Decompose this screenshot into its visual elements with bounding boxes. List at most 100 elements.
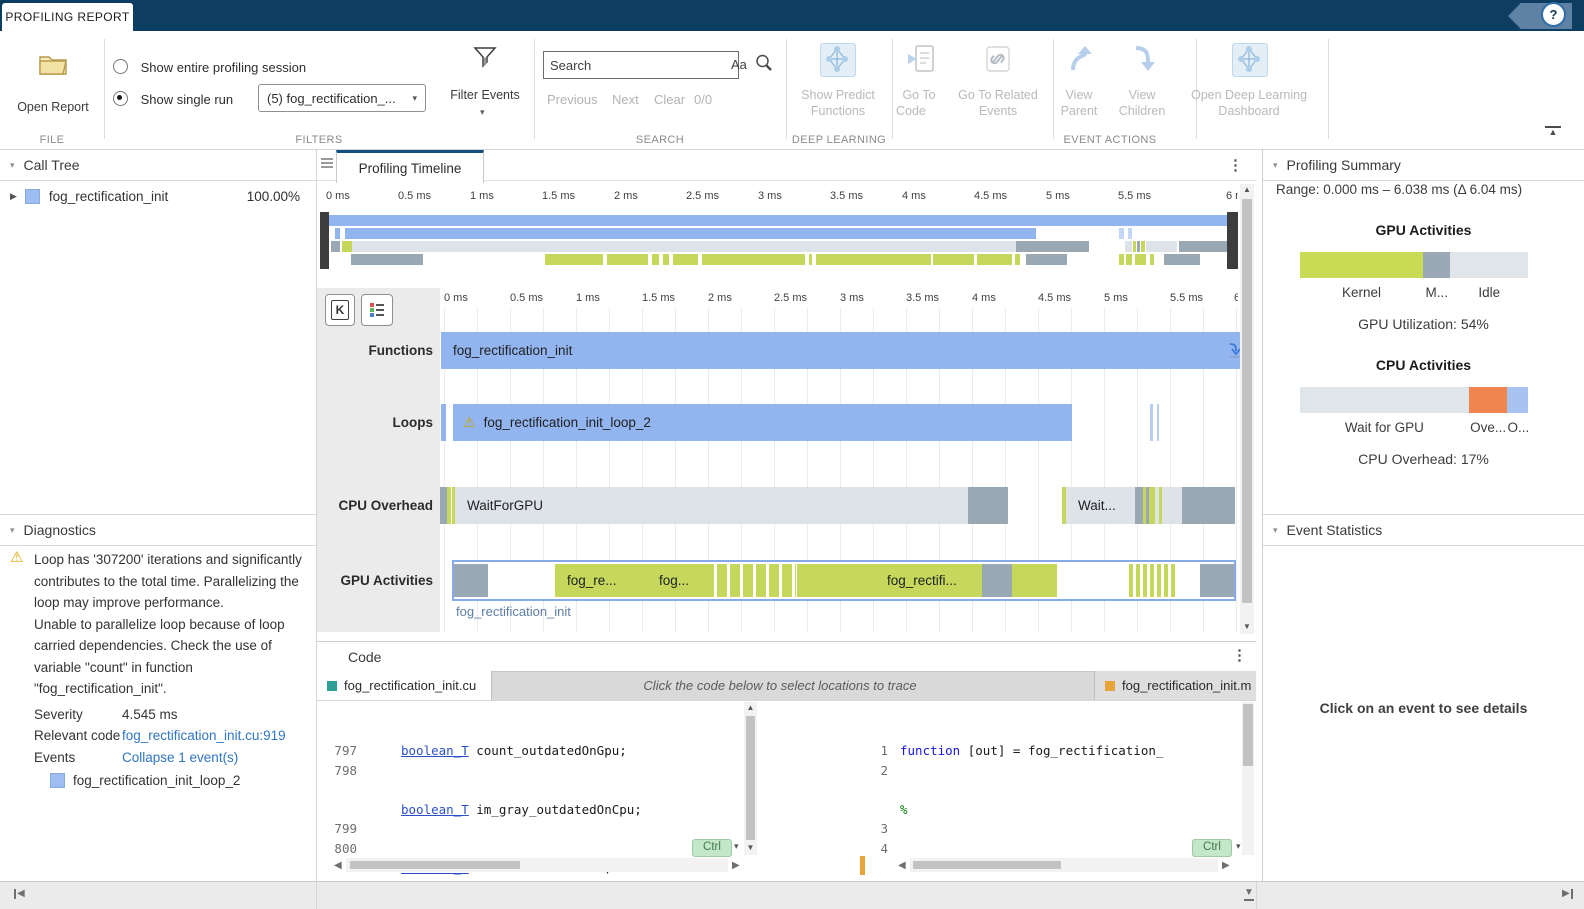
tab-profiling-timeline[interactable]: Profiling Timeline [336,150,484,183]
call-tree-row[interactable]: ▶ fog_rectification_init 100.00% [0,184,316,208]
diagnostics-header[interactable]: ▾ Diagnostics [0,514,316,546]
gpu-event-segment[interactable] [1200,564,1234,597]
cpu-overhead-segment[interactable] [440,487,447,524]
search-previous-button[interactable]: Previous [547,92,598,107]
loop-event-bar-small[interactable] [441,404,446,441]
gpu-event-segment[interactable] [982,564,1012,597]
scrollbar-thumb[interactable] [1243,704,1253,766]
search-icon[interactable] [754,53,774,73]
timeline-vertical-scrollbar[interactable]: ▲ ▼ [1240,184,1254,634]
m-horizontal-scrollbar[interactable] [910,858,1218,872]
gpu-kernel-bar[interactable]: fog_re... [555,564,655,597]
match-case-button[interactable]: Aa [731,57,747,72]
collapse-caret-icon[interactable]: ▾ [1273,160,1278,171]
search-clear-button[interactable]: Clear [654,92,685,107]
loop-event-tick[interactable] [1157,404,1159,441]
gpu-kernel-stripes[interactable] [704,564,796,597]
collapse-caret-icon[interactable]: ▾ [10,160,15,171]
collapse-caret-icon[interactable]: ▾ [10,525,15,536]
cpu-overhead-segment[interactable] [968,487,1008,524]
collapse-caret-icon[interactable]: ▾ [1273,525,1278,536]
gpu-kernel-stripes[interactable] [1129,564,1176,597]
gpu-event-segment[interactable] [454,564,488,597]
wait-for-gpu-bar[interactable]: WaitForGPU [455,487,980,524]
scrollbar-thumb[interactable] [350,861,520,869]
m-vertical-scrollbar[interactable] [1242,702,1254,855]
call-tree-header[interactable]: ▾ Call Tree [0,150,316,181]
gpu-idle-segment[interactable] [1450,252,1528,278]
dock-right-icon[interactable]: ▶ [1562,889,1573,899]
cpu-overhead-segment[interactable] [1162,487,1182,524]
dock-left-icon[interactable]: ◀ [14,889,25,899]
radio-selected-icon[interactable] [113,91,128,106]
cpu-other-segment[interactable] [1507,387,1528,413]
chevron-down-icon[interactable]: ▾ [1236,841,1241,852]
cpu-overhead-segment[interactable] [1135,487,1143,524]
go-to-related-events-button[interactable]: Go To Related Events [950,41,1046,143]
cpu-overhead-segment[interactable] [1182,487,1235,524]
m-code-area[interactable]: function [out] = fog_rectification_ % % … [892,702,1238,909]
help-icon[interactable]: ? [1541,2,1566,27]
scroll-left-icon[interactable]: ◀ [898,861,906,871]
scroll-down-icon[interactable]: ▼ [1240,621,1254,633]
radio-show-single-run[interactable]: Show single run [113,91,233,107]
filter-events-button[interactable]: Filter Events ▾ [440,39,530,149]
scroll-up-icon[interactable]: ▲ [1240,184,1254,196]
scroll-right-icon[interactable]: ▶ [1222,861,1230,871]
expand-caret-icon[interactable]: ▶ [10,191,17,202]
relevant-code-link[interactable]: fog_rectification_init.cu:919 [122,725,286,747]
tab-profiling-report[interactable]: PROFILING REPORT [2,3,133,31]
view-parent-button[interactable]: View Parent [1050,41,1108,143]
cu-horizontal-scrollbar[interactable] [346,858,728,872]
loop-event-bar[interactable]: ⚠ fog_rectification_init_loop_2 [453,404,1072,441]
event-list-toggle-button[interactable] [361,294,393,326]
scrollbar-thumb[interactable] [746,716,755,840]
gpu-activities-stacked-bar[interactable] [1300,252,1528,278]
cpu-wait-segment[interactable] [1300,387,1469,413]
gpu-event-segment[interactable] [969,564,980,597]
collapse-events-link[interactable]: Collapse 1 event(s) [122,747,238,769]
cpu-overhead-segment[interactable] [1468,387,1508,413]
dock-bottom-icon[interactable]: ▼ [1244,888,1254,901]
gpu-activities-lane[interactable]: fog_re... fog... fog_rectifi... [452,560,1236,601]
scroll-right-icon[interactable]: ▶ [732,861,740,871]
functions-event-bar[interactable]: fog_rectification_init [441,332,1250,369]
open-report-button[interactable]: Open Report [8,45,98,139]
cpu-overhead-segment[interactable] [447,487,451,524]
status-bar-divider [316,882,317,909]
scroll-left-icon[interactable]: ◀ [334,861,342,871]
go-to-code-button[interactable]: Go To Code [896,41,942,143]
minimize-ribbon-button[interactable]: ▲ [1545,126,1561,137]
scrollbar-thumb[interactable] [913,861,1061,869]
scroll-down-icon[interactable]: ▼ [744,842,757,854]
panel-drag-handle-icon[interactable] [321,156,333,170]
kernel-markers-toggle-button[interactable]: K [325,294,355,326]
gpu-kernel-segment[interactable] [1300,252,1424,278]
scrollbar-thumb[interactable] [1242,199,1252,603]
timeline-overview-band[interactable] [320,212,1238,269]
tab-cu-file[interactable]: fog_rectification_init.cu [317,671,492,700]
loop-event-tick[interactable] [1150,404,1153,441]
view-children-button[interactable]: View Children [1110,41,1174,143]
code-menu-icon[interactable]: ⋮ [1232,646,1248,664]
radio-icon[interactable] [113,59,128,74]
profiling-summary-header[interactable]: ▾ Profiling Summary [1263,150,1584,181]
timeline-menu-icon[interactable]: ⋮ [1228,156,1244,174]
search-next-button[interactable]: Next [612,92,639,107]
scroll-up-icon[interactable]: ▲ [744,702,757,714]
run-select-dropdown[interactable]: (5) fog_rectification_... ▾ [258,84,426,112]
search-input[interactable] [543,51,739,79]
tab-m-file[interactable]: fog_rectification_init.m [1094,671,1256,700]
cu-code-area[interactable]: boolean_T count_outdatedOnGpu; boolean_T… [361,702,742,909]
overview-right-grip[interactable] [1227,212,1238,269]
chevron-down-icon[interactable]: ▾ [734,841,739,852]
radio-show-entire-session[interactable]: Show entire profiling session [113,59,306,75]
cpu-activities-stacked-bar[interactable] [1300,387,1528,413]
event-statistics-header[interactable]: ▾ Event Statistics [1263,514,1584,546]
gpu-kernel-bar[interactable]: fog_rectifi... [797,564,1057,597]
show-predict-functions-button[interactable]: Show Predict Functions [794,41,882,143]
open-deep-learning-dashboard-button[interactable]: Open Deep Learning Dashboard [1170,41,1328,143]
cu-vertical-scrollbar[interactable]: ▲ ▼ [744,702,757,855]
overview-left-grip[interactable] [320,212,329,269]
gpu-memcpy-segment[interactable] [1423,252,1451,278]
